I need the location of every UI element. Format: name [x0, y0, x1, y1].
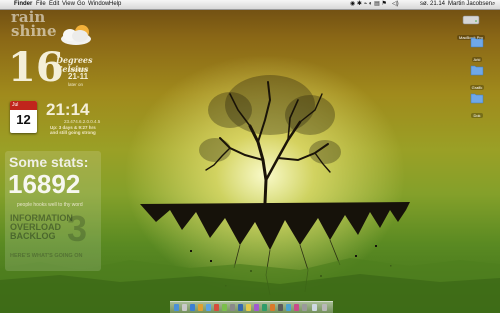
- dock-finder-icon[interactable]: [174, 304, 179, 311]
- dock-app-icon[interactable]: [270, 304, 275, 311]
- menu-edit[interactable]: Edit: [49, 0, 59, 9]
- dock-app-icon[interactable]: [230, 304, 235, 311]
- volume-icon[interactable]: ◁): [392, 0, 399, 9]
- stats-count: 16892: [8, 169, 81, 199]
- stats-info: INFORMATION OVERLOAD BACKLOG: [10, 213, 73, 241]
- stats-panel: Some stats: 16892 people hooks well to t…: [5, 151, 101, 271]
- menubar-user[interactable]: Martin Jacobsen: [448, 0, 492, 9]
- dock-app-icon[interactable]: [286, 304, 291, 311]
- dock-app-icon[interactable]: [222, 304, 227, 311]
- menu-view[interactable]: View: [62, 0, 75, 9]
- dock-app-icon[interactable]: [246, 304, 251, 311]
- partly-cloudy-icon: [61, 25, 91, 45]
- desktop-icon-dok[interactable]: Dok: [460, 92, 494, 122]
- calendar-day: 12: [16, 112, 31, 127]
- weather-title: rain shine: [11, 8, 57, 40]
- menu-go[interactable]: Go: [77, 0, 85, 9]
- desktop-icon-label: Grafik: [469, 85, 485, 90]
- stats-heading: Some stats:: [9, 154, 89, 170]
- desktop-icon-label: Arki: [471, 57, 483, 62]
- clock-small-line: 23.474.6.2.0.0.4.5: [64, 119, 101, 124]
- menu-bar: Finder File Edit View Go Window Help ◉ ✱…: [0, 0, 500, 10]
- dock-app-icon[interactable]: [254, 304, 259, 311]
- stats-footer: HERE'S WHAT'S GOING ON: [10, 253, 83, 259]
- folder-icon: [470, 65, 484, 76]
- dock-app-icon[interactable]: [198, 304, 203, 311]
- dock-app-icon[interactable]: [206, 304, 211, 311]
- dock-app-icon[interactable]: [238, 304, 243, 311]
- dock-app-icon[interactable]: [294, 304, 299, 311]
- hard-drive-icon: [462, 15, 480, 25]
- dock: [170, 301, 333, 313]
- desktop-icon-arki[interactable]: Arki: [460, 36, 494, 66]
- dock-app-icon[interactable]: [182, 304, 187, 311]
- desktop-icon-grafik[interactable]: Grafik: [460, 64, 494, 94]
- desktop-icon-label: Dok: [471, 113, 483, 118]
- clock-time: 21:14: [46, 100, 90, 119]
- desktop: Finder File Edit View Go Window Help ◉ ✱…: [0, 0, 500, 313]
- later-label: later on: [68, 82, 84, 87]
- temperature-range: 21-11: [68, 72, 89, 81]
- menu-help[interactable]: Help: [109, 0, 121, 9]
- menu-window[interactable]: Window: [88, 0, 109, 9]
- dock-app-icon[interactable]: [262, 304, 267, 311]
- calendar-month: Jul: [10, 101, 37, 110]
- dock-documents-icon[interactable]: [312, 304, 317, 311]
- calendar-icon: Jul 12: [10, 101, 37, 133]
- uptime-line2: and still going strong: [50, 130, 96, 135]
- folder-icon: [470, 93, 484, 104]
- folder-icon: [470, 37, 484, 48]
- dock-trash-icon[interactable]: [322, 304, 327, 311]
- stats-info-number: 3: [67, 208, 88, 249]
- dock-app-icon[interactable]: [278, 304, 283, 311]
- status-icons[interactable]: ◉ ✱ ⌁ ◐ ▤ ⚑: [350, 0, 387, 9]
- menubar-clock[interactable]: sø. 21.14: [420, 0, 445, 9]
- spotlight-icon[interactable]: ⌕: [492, 0, 495, 9]
- dock-app-icon[interactable]: [214, 304, 219, 311]
- dock-app-icon[interactable]: [190, 304, 195, 311]
- dock-app-icon[interactable]: [302, 304, 307, 311]
